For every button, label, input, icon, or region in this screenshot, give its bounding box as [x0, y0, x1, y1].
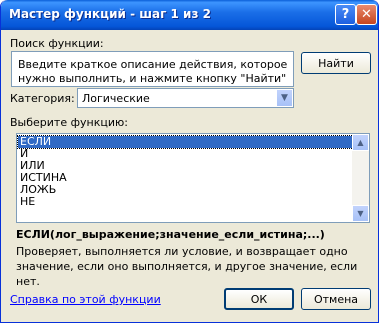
vertical-scrollbar[interactable]: ▲ ▼	[352, 134, 369, 222]
scroll-up-icon[interactable]: ▲	[352, 134, 369, 151]
help-button[interactable]: ?	[335, 4, 356, 25]
function-list[interactable]: ЕСЛИ И ИЛИ ИСТИНА ЛОЖЬ НЕ ▲ ▼	[16, 133, 370, 223]
chevron-down-icon[interactable]: ▼	[276, 90, 292, 106]
category-select[interactable]: Логические ▼	[77, 88, 294, 108]
window-title: Мастер функций - шаг 1 из 2	[9, 7, 211, 21]
category-selected-value: Логические	[82, 92, 150, 105]
list-item[interactable]: НЕ	[18, 196, 353, 208]
search-label: Поиск функции:	[10, 37, 104, 50]
list-item[interactable]: ЕСЛИ	[17, 135, 354, 149]
function-description: Проверяет, выполняется ли условие, и воз…	[16, 245, 358, 288]
list-item[interactable]: И	[18, 148, 353, 160]
close-icon: ✕	[361, 7, 372, 22]
find-button-label: Найти	[318, 56, 354, 70]
close-button[interactable]: ✕	[356, 4, 377, 25]
title-bar[interactable]: Мастер функций - шаг 1 из 2 ? ✕	[1, 0, 378, 30]
find-button[interactable]: Найти	[301, 52, 371, 74]
function-list-label: Выберите функцию:	[10, 116, 128, 129]
function-wizard-dialog: Мастер функций - шаг 1 из 2 ? ✕ Поиск фу…	[0, 0, 379, 323]
function-signature: ЕСЛИ(лог_выражение;значение_если_истина;…	[16, 228, 325, 241]
category-label: Категория:	[10, 92, 75, 105]
list-item[interactable]: ЛОЖЬ	[18, 184, 353, 196]
cancel-button-label: Отмена	[313, 292, 359, 306]
search-input-text: Введите краткое описание действия, котор…	[18, 58, 288, 85]
list-item[interactable]: ИЛИ	[18, 160, 353, 172]
cancel-button[interactable]: Отмена	[301, 288, 371, 310]
ok-button[interactable]: ОК	[224, 288, 294, 310]
help-link[interactable]: Справка по этой функции	[10, 293, 161, 306]
question-mark-icon: ?	[341, 7, 350, 22]
search-input[interactable]: Введите краткое описание действия, котор…	[11, 51, 294, 87]
list-item[interactable]: ИСТИНА	[18, 172, 353, 184]
ok-button-label: ОК	[250, 292, 268, 306]
scroll-down-icon[interactable]: ▼	[352, 205, 369, 222]
